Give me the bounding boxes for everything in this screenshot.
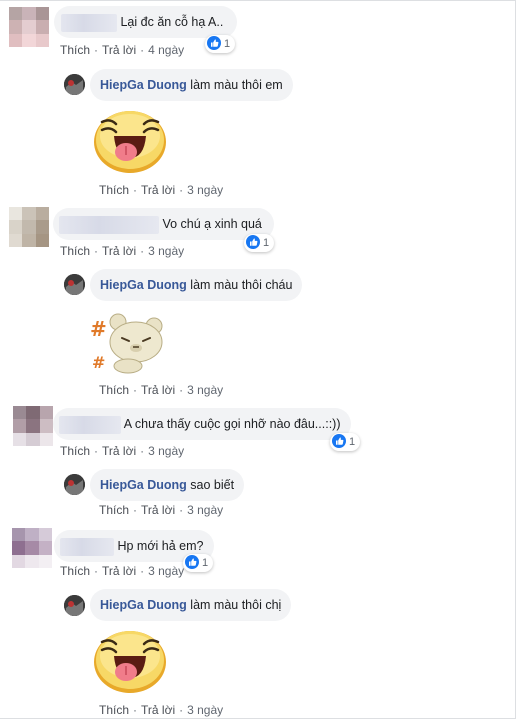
comment-time[interactable]: 4 ngày — [148, 43, 184, 57]
reply-link[interactable]: Trả lời — [102, 244, 136, 258]
reply-actions: Thích · Trả lời · 3 ngày — [99, 383, 224, 397]
reply-actions: Thích · Trả lời · 3 ngày — [99, 183, 224, 197]
comment-time[interactable]: 3 ngày — [148, 564, 184, 578]
reply-link[interactable]: Trả lời — [102, 444, 136, 458]
reply-bubble: HiepGa Duong làm màu thôi chị — [90, 589, 292, 621]
reaction-count: 1 — [349, 436, 356, 448]
comment-actions: Thích · Trả lời · 3 ngày — [60, 564, 185, 578]
comment-text: A chưa thấy cuộc gọi nhỡ nào đâu...::)) — [123, 417, 341, 431]
like-link[interactable]: Thích — [99, 503, 129, 517]
reply-bubble: HiepGa Duong sao biết — [90, 469, 245, 501]
like-link[interactable]: Thích — [99, 703, 129, 717]
reply-bubble: HiepGa Duong làm màu thôi em — [90, 69, 293, 101]
comment-text: Lại đc ăn cỗ hạ A.. — [120, 15, 224, 29]
reply-time[interactable]: 3 ngày — [187, 383, 223, 397]
commenter-avatar[interactable] — [9, 207, 49, 247]
commenter-avatar[interactable] — [12, 528, 52, 568]
reaction-count: 1 — [263, 237, 270, 249]
svg-text:#: # — [90, 317, 107, 341]
blurred-commenter-name[interactable] — [59, 215, 159, 234]
reply-actions: Thích · Trả lời · 3 ngày — [99, 703, 224, 717]
reply-author-name[interactable]: HiepGa Duong — [100, 278, 187, 292]
reply-link[interactable]: Trả lời — [141, 183, 175, 197]
comment-bubble: Vo chú ạ xinh quá — [53, 208, 274, 240]
reaction-count: 1 — [224, 38, 231, 50]
reply-author-name[interactable]: HiepGa Duong — [100, 478, 187, 492]
reply-time[interactable]: 3 ngày — [187, 703, 223, 717]
comment-actions: Thích · Trả lời · 4 ngày — [60, 43, 185, 57]
reply-time[interactable]: 3 ngày — [187, 183, 223, 197]
reply-author-name[interactable]: HiepGa Duong — [100, 78, 187, 92]
comment-bubble: A chưa thấy cuộc gọi nhỡ nào đâu...::)) — [53, 408, 351, 440]
comment-time[interactable]: 3 ngày — [148, 244, 184, 258]
like-link[interactable]: Thích — [60, 244, 90, 258]
like-link[interactable]: Thích — [60, 564, 90, 578]
comment-time[interactable]: 3 ngày — [148, 444, 184, 458]
reply-link[interactable]: Trả lời — [141, 503, 175, 517]
like-link[interactable]: Thích — [60, 444, 90, 458]
like-reaction-icon — [246, 235, 260, 250]
svg-text:#: # — [92, 353, 105, 372]
angry-bear-sticker: # # — [88, 310, 170, 379]
reply-text: làm màu thôi cháu — [190, 278, 293, 292]
like-reaction-icon — [207, 36, 221, 51]
comment-text: Hp mới hả em? — [117, 539, 204, 553]
reply-author-avatar[interactable] — [64, 274, 85, 295]
reaction-count: 1 — [202, 557, 209, 569]
reply-text: sao biết — [190, 478, 235, 492]
reply-text: làm màu thôi chị — [190, 598, 282, 612]
reaction-count-badge[interactable]: 1 — [183, 554, 214, 572]
like-link[interactable]: Thích — [99, 383, 129, 397]
laughing-face-sticker — [92, 626, 168, 699]
like-link[interactable]: Thích — [99, 183, 129, 197]
comment-actions: Thích · Trả lời · 3 ngày — [60, 444, 185, 458]
reply-link[interactable]: Trả lời — [102, 43, 136, 57]
commenter-avatar[interactable] — [9, 7, 49, 47]
reply-bubble: HiepGa Duong làm màu thôi cháu — [90, 269, 303, 301]
comment-actions: Thích · Trả lời · 3 ngày — [60, 244, 185, 258]
reply-author-avatar[interactable] — [64, 74, 85, 95]
reply-author-avatar[interactable] — [64, 595, 85, 616]
laughing-face-sticker — [92, 106, 168, 179]
reply-author-name[interactable]: HiepGa Duong — [100, 598, 187, 612]
reply-text: làm màu thôi em — [190, 78, 283, 92]
blurred-commenter-name[interactable] — [59, 415, 121, 434]
reply-actions: Thích · Trả lời · 3 ngày — [99, 503, 224, 517]
reply-link[interactable]: Trả lời — [141, 383, 175, 397]
blurred-commenter-name[interactable] — [61, 13, 117, 32]
commenter-avatar[interactable] — [13, 406, 53, 446]
reply-time[interactable]: 3 ngày — [187, 503, 223, 517]
reply-link[interactable]: Trả lời — [141, 703, 175, 717]
comment-bubble: Lại đc ăn cỗ hạ A.. — [54, 6, 238, 38]
reply-author-avatar[interactable] — [64, 474, 85, 495]
like-reaction-icon — [185, 555, 199, 570]
like-link[interactable]: Thích — [60, 43, 90, 57]
reaction-count-badge[interactable]: 1 — [330, 433, 361, 451]
like-reaction-icon — [332, 434, 346, 449]
blurred-commenter-name[interactable] — [60, 537, 114, 556]
comment-text: Vo chú ạ xinh quá — [162, 217, 262, 231]
reaction-count-badge[interactable]: 1 — [244, 234, 275, 252]
reply-link[interactable]: Trả lời — [102, 564, 136, 578]
reaction-count-badge[interactable]: 1 — [205, 35, 236, 53]
